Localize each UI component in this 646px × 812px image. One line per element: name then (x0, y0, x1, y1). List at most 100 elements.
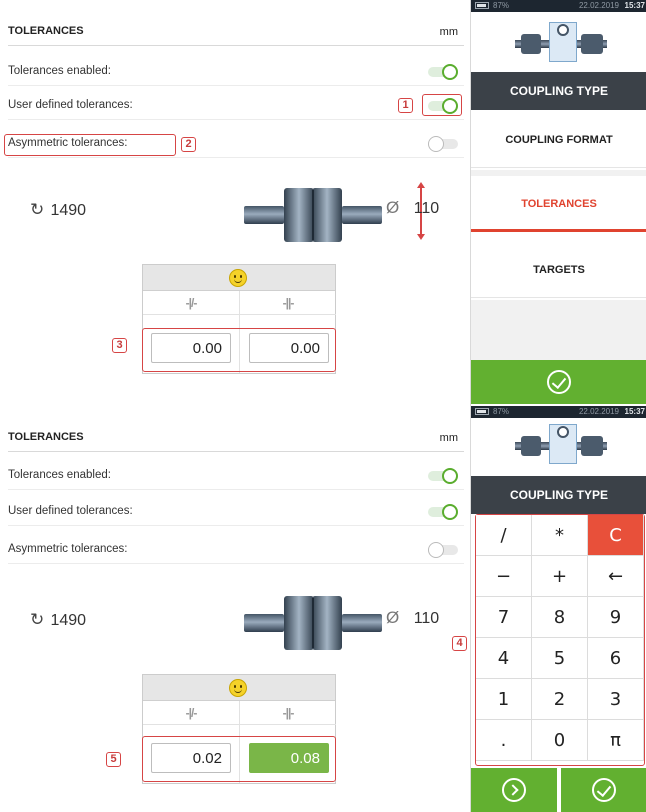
rpm-value: 1490 (50, 202, 87, 219)
key-clear[interactable]: C (588, 515, 644, 556)
key-minus[interactable]: − (476, 556, 532, 597)
key-4[interactable]: 4 (476, 638, 532, 679)
diameter-readout: Ø 110 (386, 608, 439, 628)
battery-percent: 87% (493, 407, 510, 416)
checkmark-icon (592, 778, 616, 802)
battery-percent: 87% (493, 1, 510, 10)
status-time: 15:37 (624, 407, 645, 416)
panel-header: TOLERANCES mm (8, 22, 464, 46)
diameter-icon: Ø (386, 198, 400, 217)
tolerance-status-row (143, 265, 335, 291)
toggle-row-user-defined: User defined tolerances: (8, 498, 464, 526)
numeric-keypad: / * C − + ← 7 8 9 4 5 6 1 2 3 . 0 π (475, 514, 645, 766)
key-multiply[interactable]: * (532, 515, 588, 556)
tolerance-status-row (143, 675, 335, 701)
offset-header-icon: -||- (240, 701, 336, 725)
menu-coupling-type[interactable]: COUPLING TYPE (471, 72, 646, 110)
confirm-button[interactable] (561, 768, 646, 812)
diameter-value: 110 (413, 610, 440, 627)
user-defined-toggle[interactable] (428, 504, 458, 520)
smiley-icon (229, 679, 247, 697)
page-title: TOLERANCES (8, 25, 84, 37)
status-date: 22.02.2019 (578, 407, 619, 416)
toggle-label: Tolerances enabled: (8, 469, 111, 481)
rotation-icon: ↻ (30, 610, 45, 629)
rpm-readout: ↻ 1490 (30, 610, 86, 630)
screen-top: TOLERANCES mm Tolerances enabled: User d… (0, 0, 646, 406)
diameter-readout: Ø 110 (386, 198, 439, 218)
annotation-frame (422, 94, 462, 116)
angularity-header-icon: -|/- (143, 701, 239, 725)
menu-coupling-format[interactable]: COUPLING FORMAT (471, 112, 646, 168)
menu-targets[interactable]: TARGETS (471, 242, 646, 298)
battery-icon (475, 408, 489, 415)
smiley-icon (229, 269, 247, 287)
next-button[interactable] (471, 768, 557, 812)
coupling-diagram (244, 188, 382, 242)
key-7[interactable]: 7 (476, 597, 532, 638)
callout-badge: 4 (452, 636, 467, 651)
key-9[interactable]: 9 (588, 597, 644, 638)
key-8[interactable]: 8 (532, 597, 588, 638)
key-0[interactable]: 0 (532, 720, 588, 761)
screen-bottom: TOLERANCES mm Tolerances enabled: User d… (0, 406, 646, 812)
toggle-label: Asymmetric tolerances: (8, 543, 128, 555)
battery-icon (475, 2, 489, 9)
panel-header: TOLERANCES mm (8, 428, 464, 452)
key-backspace[interactable]: ← (588, 556, 644, 597)
unit-label: mm (439, 26, 458, 38)
status-bar: 87% 22.02.2019 15:37 (471, 406, 646, 418)
next-arrow-icon (502, 778, 526, 802)
key-6[interactable]: 6 (588, 638, 644, 679)
callout-badge: 3 (112, 338, 127, 353)
toggle-label: User defined tolerances: (8, 99, 133, 111)
diameter-arrow-down-icon (417, 234, 425, 240)
rpm-readout: ↻ 1490 (30, 200, 86, 220)
status-time: 15:37 (624, 1, 645, 10)
key-5[interactable]: 5 (532, 638, 588, 679)
annotation-frame (4, 134, 176, 156)
key-2[interactable]: 2 (532, 679, 588, 720)
asymmetric-toggle[interactable] (428, 542, 458, 558)
status-date: 22.02.2019 (578, 1, 619, 10)
key-decimal[interactable]: . (476, 720, 532, 761)
checkmark-icon (547, 370, 571, 394)
angularity-header-icon: -|/- (143, 291, 239, 315)
annotation-frame (142, 736, 336, 782)
toggle-row-asymmetric: Asymmetric tolerances: (8, 536, 464, 564)
callout-badge: 2 (181, 137, 196, 152)
tolerances-enabled-toggle[interactable] (428, 468, 458, 484)
key-1[interactable]: 1 (476, 679, 532, 720)
toggle-label: Tolerances enabled: (8, 65, 111, 77)
key-plus[interactable]: + (532, 556, 588, 597)
coupling-diagram (244, 596, 382, 650)
toggle-label: User defined tolerances: (8, 505, 133, 517)
status-bar: 87% 22.02.2019 15:37 (471, 0, 646, 12)
key-3[interactable]: 3 (588, 679, 644, 720)
page-title: TOLERANCES (8, 431, 84, 443)
tolerances-panel: TOLERANCES mm Tolerances enabled: User d… (0, 406, 470, 812)
toggle-row-tolerances-enabled: Tolerances enabled: (8, 462, 464, 490)
rpm-value: 1490 (50, 612, 87, 629)
key-slash[interactable]: / (476, 515, 532, 556)
menu-tolerances[interactable]: TOLERANCES (471, 176, 646, 232)
unit-label: mm (439, 432, 458, 444)
diameter-icon: Ø (386, 608, 400, 627)
side-menu: 87% 22.02.2019 15:37 COUPLING TYPE COUPL… (470, 0, 646, 406)
diameter-value: 110 (413, 200, 440, 217)
annotation-frame (142, 328, 336, 372)
menu-coupling-type[interactable]: COUPLING TYPE (471, 476, 646, 514)
machine-train-icon (515, 20, 607, 66)
key-pi[interactable]: π (588, 720, 644, 761)
toggle-row-tolerances-enabled: Tolerances enabled: (8, 58, 464, 86)
confirm-button[interactable] (471, 360, 646, 404)
toggle-row-user-defined: User defined tolerances: (8, 92, 464, 120)
offset-header-icon: -||- (240, 291, 336, 315)
callout-badge: 1 (398, 98, 413, 113)
side-keypad-panel: 87% 22.02.2019 15:37 COUPLING TYPE / * C… (470, 406, 646, 812)
tolerances-panel: TOLERANCES mm Tolerances enabled: User d… (0, 0, 470, 406)
asymmetric-toggle[interactable] (428, 136, 458, 152)
callout-badge: 5 (106, 752, 121, 767)
tolerances-enabled-toggle[interactable] (428, 64, 458, 80)
machine-train-icon (515, 422, 607, 468)
